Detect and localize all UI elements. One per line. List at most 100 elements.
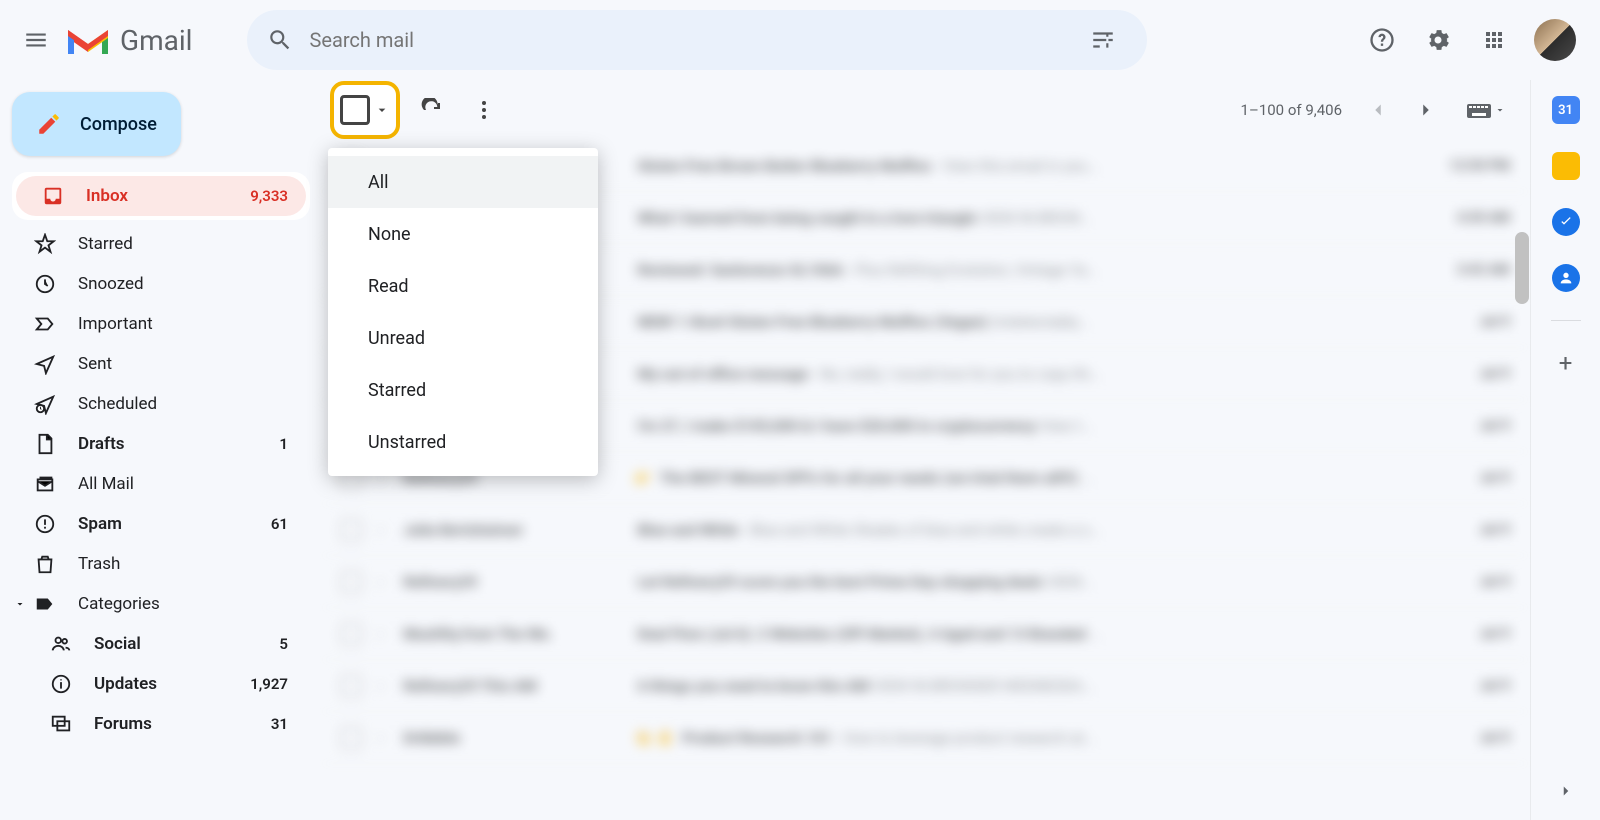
hide-panel-button[interactable] [1557, 782, 1575, 800]
sidebar-item-snoozed[interactable]: Snoozed [8, 264, 306, 304]
dropdown-arrow-icon [374, 102, 390, 118]
sidebar-item-spam[interactable]: Spam 61 [8, 504, 306, 544]
search-input[interactable] [309, 28, 1079, 52]
sidebar-item-inbox[interactable]: Inbox 9,333 [16, 176, 306, 216]
compose-label: Compose [80, 114, 157, 135]
tag-icon [34, 593, 58, 615]
row-checkbox[interactable] [340, 727, 362, 749]
older-button[interactable] [1406, 90, 1446, 130]
dropdown-item-unread[interactable]: Unread [328, 312, 598, 364]
date: 4:30 AM [1420, 210, 1510, 226]
date: Jul 9 [1420, 418, 1510, 434]
email-row[interactable]: ☆ Julia Bertzheimer Blue and White - Blu… [320, 504, 1530, 556]
sender: Julia Bertzheimer [403, 521, 633, 539]
contacts-addon[interactable] [1552, 264, 1580, 292]
trash-icon [34, 553, 58, 575]
tasks-addon[interactable] [1552, 208, 1580, 236]
sidebar-item-allmail[interactable]: All Mail [8, 464, 306, 504]
dropdown-item-none[interactable]: None [328, 208, 598, 260]
dropdown-item-unstarred[interactable]: Unstarred [328, 416, 598, 468]
newer-button[interactable] [1358, 90, 1398, 130]
email-row[interactable]: ☆ Dribbble 👋 🤚 Product Research 101 - Ho… [320, 712, 1530, 764]
document-icon [34, 433, 58, 455]
dropdown-item-all[interactable]: All [328, 156, 598, 208]
subject: 6 things you need to know this AM VIEW I… [633, 677, 1420, 695]
sidebar-item-trash[interactable]: Trash [8, 544, 306, 584]
sidebar-item-starred[interactable]: Starred [8, 224, 306, 264]
email-row[interactable]: ☆ Mushfiq from The We. Deal Flow (Jul 6)… [320, 608, 1530, 660]
row-checkbox[interactable] [340, 675, 362, 697]
search-bar[interactable] [247, 10, 1147, 70]
sender: Dribbble [403, 729, 633, 747]
date: Jul 9 [1420, 522, 1510, 538]
product-name: Gmail [120, 24, 192, 57]
toolbar: 1–100 of 9,406 [320, 80, 1530, 140]
star-icon[interactable]: ☆ [374, 677, 387, 695]
star-icon[interactable]: ☆ [374, 573, 387, 591]
dropdown-item-starred[interactable]: Starred [328, 364, 598, 416]
refresh-button[interactable] [412, 90, 452, 130]
main-menu-button[interactable] [12, 16, 60, 64]
star-icon [34, 233, 58, 255]
row-checkbox[interactable] [340, 623, 362, 645]
get-addons-button[interactable]: + [1559, 349, 1573, 377]
date: Jul 9 [1420, 678, 1510, 694]
keep-addon[interactable] [1552, 152, 1580, 180]
row-checkbox[interactable] [340, 571, 362, 593]
sidebar: Compose Inbox 9,333 Starred Snoozed Impo… [0, 80, 320, 820]
subject: NEW! 1-Bowl Gluten Free Blueberry Muffin… [633, 313, 1420, 331]
compose-button[interactable]: Compose [12, 92, 181, 156]
important-icon [34, 313, 58, 335]
select-all-dropdown[interactable] [330, 81, 400, 139]
star-icon[interactable]: ☆ [374, 729, 387, 747]
sidebar-item-scheduled[interactable]: Scheduled [8, 384, 306, 424]
select-dropdown-menu: All None Read Unread Starred Unstarred [328, 148, 598, 476]
select-checkbox[interactable] [340, 95, 370, 125]
forums-icon [50, 713, 74, 735]
input-tools-button[interactable] [1466, 100, 1506, 120]
side-panel: 31 + [1530, 80, 1600, 820]
account-avatar[interactable] [1534, 19, 1576, 61]
subject: Reviewed: Sanlorenzo SL106A - Plus Refit… [633, 261, 1420, 279]
date: 12:50 PM [1420, 158, 1510, 174]
people-icon [50, 633, 74, 655]
subject: What I learned from being caught in a lo… [633, 209, 1420, 227]
star-icon[interactable]: ☆ [374, 625, 387, 643]
row-checkbox[interactable] [340, 519, 362, 541]
pencil-icon [36, 111, 62, 137]
sidebar-item-important[interactable]: Important [8, 304, 306, 344]
subject: 👋 🤚 Product Research 101 - How to levera… [633, 729, 1420, 747]
sender: Mushfiq from The We. [403, 625, 633, 643]
sidebar-item-social[interactable]: Social 5 [8, 624, 306, 664]
calendar-addon[interactable]: 31 [1552, 96, 1580, 124]
email-row[interactable]: ☆ Refinery29 Let Refinery29 score you th… [320, 556, 1530, 608]
settings-button[interactable] [1414, 16, 1462, 64]
sidebar-item-forums[interactable]: Forums 31 [8, 704, 306, 744]
support-button[interactable] [1358, 16, 1406, 64]
sidebar-item-categories[interactable]: Categories [8, 584, 306, 624]
apps-button[interactable] [1470, 16, 1518, 64]
scrollbar-thumb[interactable] [1515, 232, 1529, 304]
sender: Refinery29 [403, 573, 633, 591]
subject: I'm 27, I make $105,000 & I have $20,000… [633, 417, 1420, 435]
dropdown-item-read[interactable]: Read [328, 260, 598, 312]
date: 3:42 AM [1420, 262, 1510, 278]
star-icon[interactable]: ☆ [374, 521, 387, 539]
allmail-icon [34, 473, 58, 495]
subject: Gluten Free Brown Butter Blueberry Muffi… [633, 157, 1420, 175]
date: Jul 9 [1420, 730, 1510, 746]
sidebar-item-updates[interactable]: Updates 1,927 [8, 664, 306, 704]
search-options-button[interactable] [1079, 16, 1127, 64]
sidebar-item-drafts[interactable]: Drafts 1 [8, 424, 306, 464]
sender: Refinery29 This AM [403, 677, 633, 695]
email-row[interactable]: ☆ Refinery29 This AM 6 things you need t… [320, 660, 1530, 712]
date: Jul 9 [1420, 574, 1510, 590]
gmail-logo[interactable]: Gmail [64, 20, 192, 60]
clock-icon [34, 273, 58, 295]
sidebar-item-sent[interactable]: Sent [8, 344, 306, 384]
info-icon [50, 673, 74, 695]
pagination-info: 1–100 of 9,406 [1241, 101, 1342, 119]
subject: Let Refinery29 score you the best Prime … [633, 573, 1420, 591]
inbox-icon [42, 185, 66, 207]
more-button[interactable] [464, 90, 504, 130]
